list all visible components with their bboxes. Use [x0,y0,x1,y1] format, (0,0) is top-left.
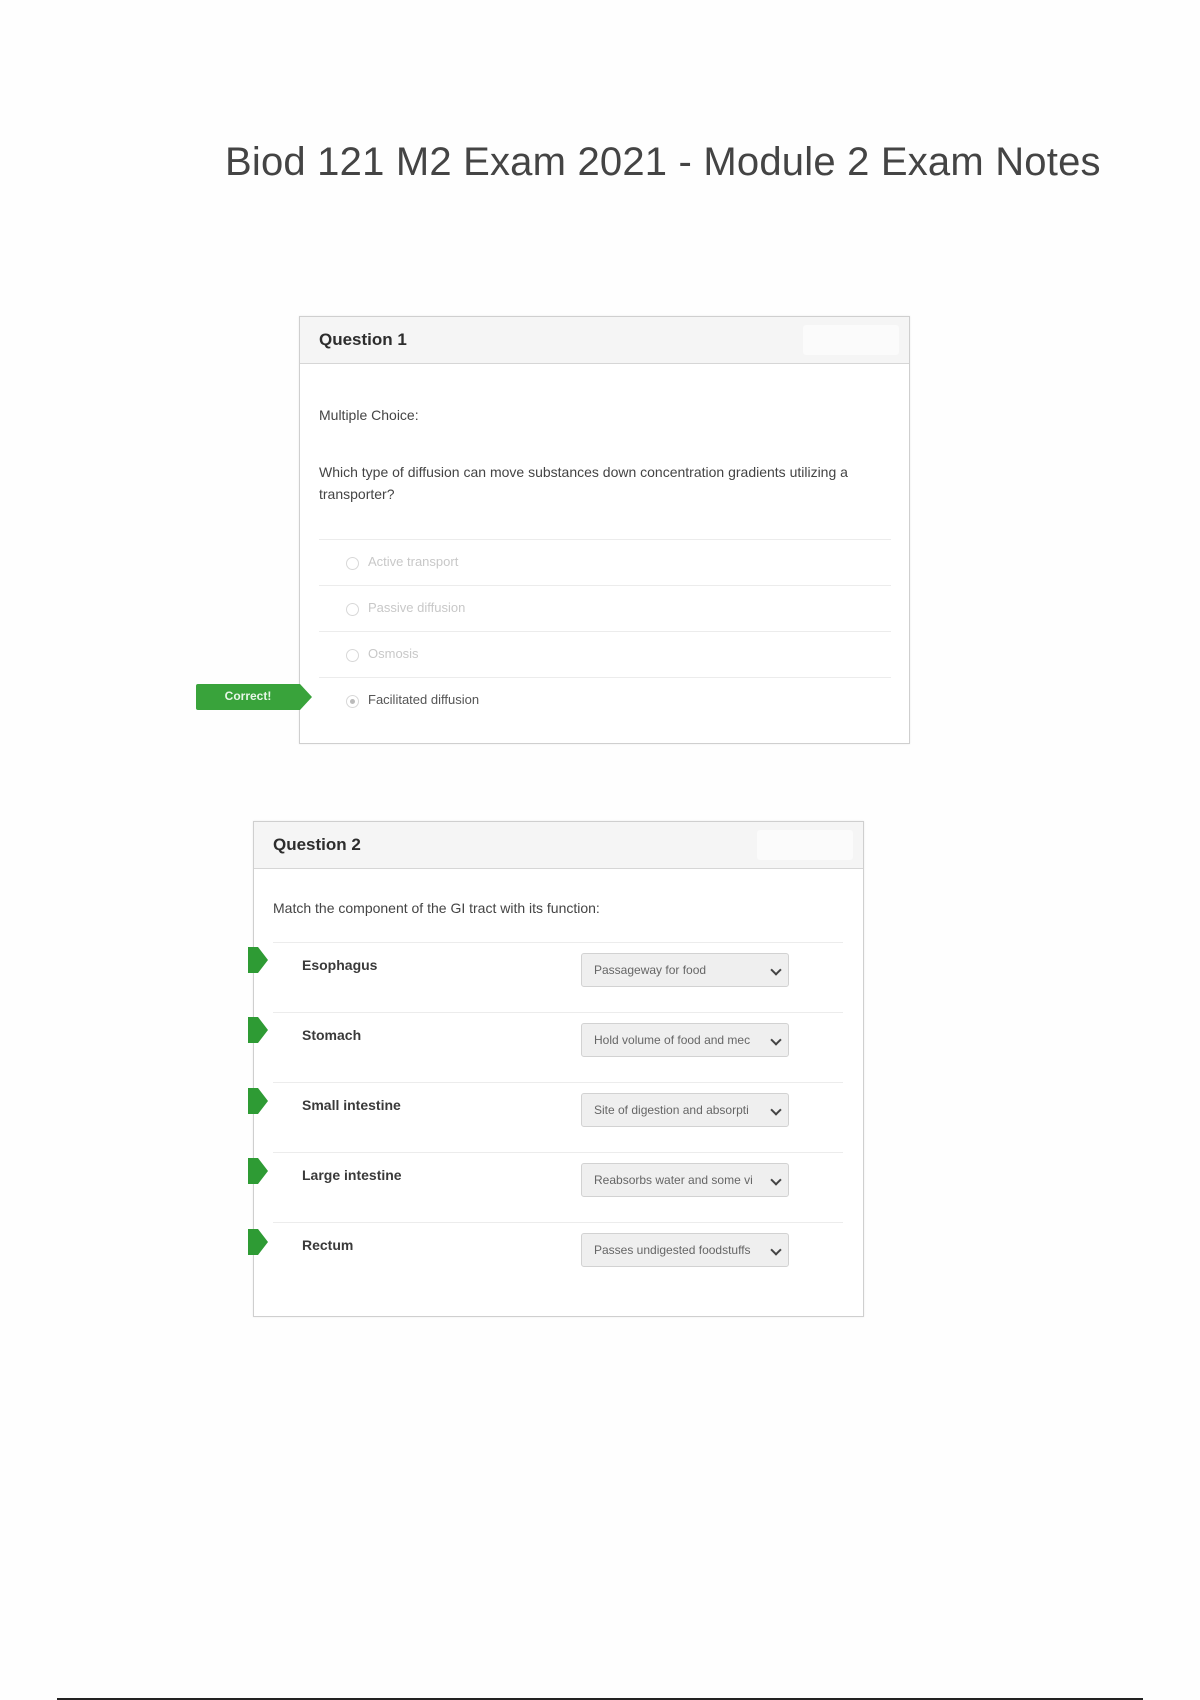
option-facilitated-diffusion[interactable]: Facilitated diffusion [319,677,891,724]
question-2-title: Question 2 [273,835,361,854]
match-answer-select[interactable]: Passes undigested foodstuffs [581,1233,789,1267]
question-2-prompt: Match the component of the GI tract with… [273,900,600,916]
option-label: Facilitated diffusion [368,692,480,707]
radio-button[interactable] [346,557,359,570]
match-answer-select[interactable]: Reabsorbs water and some vi [581,1163,789,1197]
chevron-down-icon [770,964,782,976]
match-term: Rectum [302,1237,354,1253]
select-value: Reabsorbs water and some vi [594,1173,753,1187]
question-1-title: Question 1 [319,330,407,349]
radio-button-selected[interactable] [346,695,359,708]
match-term: Stomach [302,1027,362,1043]
correct-marker-icon [248,947,268,973]
option-active-transport[interactable]: Active transport [319,539,891,586]
match-answer-select[interactable]: Site of digestion and absorpti [581,1093,789,1127]
match-row-rectum: Rectum Passes undigested foodstuffs [273,1222,843,1293]
question-1-prompt: Which type of diffusion can move substan… [319,464,848,502]
option-label: Active transport [368,554,459,569]
question-1-card: Question 1 Multiple Choice: Which type o… [299,316,910,744]
match-term: Esophagus [302,957,378,973]
select-value: Hold volume of food and mec [594,1033,751,1047]
option-osmosis[interactable]: Osmosis [319,631,891,678]
correct-flag-label: Correct! [224,689,272,703]
correct-marker-icon [248,1158,268,1184]
correct-marker-icon [248,1017,268,1043]
correct-answer-flag: Correct! [196,684,314,710]
radio-button[interactable] [346,603,359,616]
question-1-header: Question 1 [300,317,909,364]
question-2-points-box [757,830,853,860]
correct-marker-icon [248,1229,268,1255]
chevron-down-icon [770,1174,782,1186]
chevron-down-icon [770,1034,782,1046]
match-row-small-intestine: Small intestine Site of digestion and ab… [273,1082,843,1153]
match-row-large-intestine: Large intestine Reabsorbs water and some… [273,1152,843,1223]
option-label: Passive diffusion [368,600,466,615]
question-1-points-box [803,325,899,355]
match-term: Small intestine [302,1097,401,1113]
select-value: Passageway for food [594,963,707,977]
correct-marker-icon [248,1088,268,1114]
chevron-down-icon [770,1104,782,1116]
chevron-down-icon [770,1244,782,1256]
question-2-header: Question 2 [254,822,863,869]
match-answer-select[interactable]: Hold volume of food and mec [581,1023,789,1057]
document-title: Biod 121 M2 Exam 2021 - Module 2 Exam No… [225,140,1101,184]
option-passive-diffusion[interactable]: Passive diffusion [319,585,891,632]
question-1-type: Multiple Choice: [319,407,419,423]
select-value: Site of digestion and absorpti [594,1103,749,1117]
match-answer-select[interactable]: Passageway for food [581,953,789,987]
correct-flag-arrow-icon [300,684,312,710]
match-term: Large intestine [302,1167,402,1183]
question-2-card: Question 2 Match the component of the GI… [253,821,864,1317]
select-value: Passes undigested foodstuffs [594,1243,751,1257]
match-row-esophagus: Esophagus Passageway for food [273,942,843,1013]
option-label: Osmosis [368,646,419,661]
radio-button[interactable] [346,649,359,662]
match-row-stomach: Stomach Hold volume of food and mec [273,1012,843,1083]
